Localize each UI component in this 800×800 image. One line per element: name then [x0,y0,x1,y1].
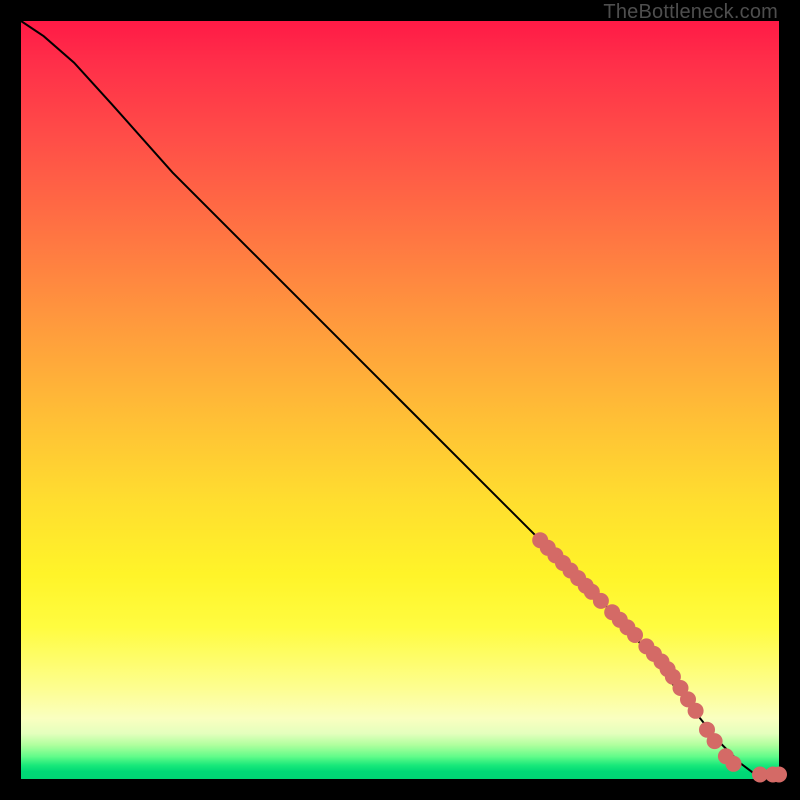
plot-area [21,21,779,779]
chart-marker [688,703,704,719]
chart-container: TheBottleneck.com [0,0,800,800]
chart-svg [21,21,779,779]
chart-marker [593,593,609,609]
chart-marker [707,733,723,749]
chart-markers [532,532,787,782]
chart-marker [771,767,787,783]
chart-marker [627,627,643,643]
chart-marker [726,756,742,772]
